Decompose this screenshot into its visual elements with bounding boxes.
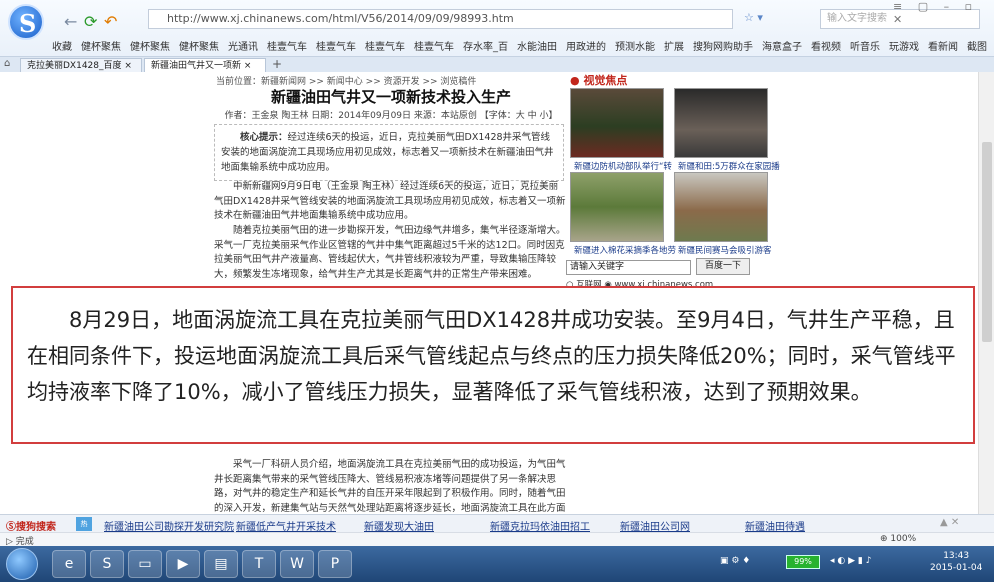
favorite-item[interactable]: 截图 xyxy=(967,42,987,53)
home-icon[interactable]: ⌂ xyxy=(4,58,10,69)
assist-link[interactable]: 新疆发现大油田 xyxy=(364,518,434,533)
favorite-item[interactable]: 健杯聚焦 xyxy=(81,42,121,53)
favorite-item[interactable]: 健杯聚焦 xyxy=(179,42,219,53)
favorite-item[interactable]: 收藏 xyxy=(52,42,72,53)
media-player-icon[interactable]: ▶ xyxy=(166,550,200,578)
photo-caption[interactable]: 新疆和田:5万群众在家园播 xyxy=(678,160,780,172)
favorite-item[interactable]: 听音乐 xyxy=(850,42,880,53)
baidu-search-button[interactable]: 百度一下 xyxy=(696,258,750,275)
photo-caption[interactable]: 新疆进入棉花采摘季各地劳 xyxy=(574,244,676,256)
favorite-item[interactable]: 扩展 xyxy=(664,42,684,53)
visual-focus-panel: ● 视觉焦点 新疆边防机动部队举行“转 新疆和田:5万群众在家园播 新疆进入棉花… xyxy=(566,72,780,282)
assist-link[interactable]: 新疆油田待遇 xyxy=(745,518,805,533)
browser-chrome: S ← ⟳ ↶ http://www.xj.chinanews.com/html… xyxy=(0,0,994,73)
sogou-browser-icon[interactable]: S xyxy=(90,550,124,578)
assist-link[interactable]: 新疆油田公司勘探开发研究院 xyxy=(104,518,234,533)
favorite-item[interactable]: 海意盒子 xyxy=(762,42,802,53)
assist-link[interactable]: 新疆克拉玛依油田招工 xyxy=(490,518,590,533)
article-title: 新疆油田气井又一项新技术投入生产 xyxy=(270,88,511,106)
favorite-item[interactable]: 桂壹气车 xyxy=(267,42,307,53)
favorite-item[interactable]: 健杯聚焦 xyxy=(130,42,170,53)
status-bar: ▷ 完成 ⊕ 100% xyxy=(0,532,994,547)
favorite-item[interactable]: 存水率_百 xyxy=(463,42,508,53)
favorite-item[interactable]: 桂壹气车 xyxy=(365,42,405,53)
favorite-item[interactable]: 看视频 xyxy=(811,42,841,53)
favorite-item[interactable]: 玩游戏 xyxy=(889,42,919,53)
article-summary: 核心提示：经过连续6天的投运，近日，克拉美丽气田DX1428井采气管线安装的地面… xyxy=(214,124,564,181)
photo-caption[interactable]: 新疆民间赛马会吸引游客 xyxy=(678,244,772,256)
monitor-icon[interactable]: ▭ xyxy=(128,550,162,578)
powerpoint-icon[interactable]: P xyxy=(318,550,352,578)
assist-link[interactable]: 新疆低产气井开采技术 xyxy=(236,518,336,533)
article-paragraph: 中新新疆网9月9日电（王金泉 陶王林）经过连续6天的投运，近日，克拉美丽气田DX… xyxy=(214,181,566,221)
clock[interactable]: 13:43 2015-01-04 xyxy=(930,550,982,574)
tab-bar: ⌂ 克拉美丽DX1428_百度 × 新疆油田气井又一项新 × + xyxy=(0,56,994,73)
tray-icons[interactable]: ▣ ⚙ ♦ xyxy=(720,556,750,566)
favorites-bar: 收藏 健杯聚焦 健杯聚焦 健杯聚焦 光通讯 桂壹气车 桂壹气车 桂壹气车 桂壹气车 存水率_百 水能… xyxy=(52,38,992,56)
undo-icon[interactable]: ↶ xyxy=(104,12,117,31)
favorite-item[interactable]: 桂壹气车 xyxy=(414,42,454,53)
refresh-icon[interactable]: ⟳ xyxy=(84,12,97,31)
tab-baidu[interactable]: 克拉美丽DX1428_百度 × xyxy=(20,58,142,73)
scroll-thumb[interactable] xyxy=(982,142,992,342)
article-meta: 作者：王金泉 陶王林 日期：2014年09月09日 来源：本站原创 【字体：大 … xyxy=(224,111,558,121)
app-icon[interactable]: T xyxy=(242,550,276,578)
favorite-item[interactable]: 水能油田 xyxy=(517,42,557,53)
photo-military[interactable] xyxy=(570,88,664,158)
photo-caption[interactable]: 新疆边防机动部队举行“转 xyxy=(574,160,672,172)
vertical-scrollbar[interactable] xyxy=(978,72,994,514)
hot-icon: 热 xyxy=(76,517,92,531)
battery-indicator[interactable]: 99% xyxy=(786,555,820,569)
photo-cotton[interactable] xyxy=(570,172,664,242)
tray-icons[interactable]: ◂ ◐ ▶ ▮ ♪ xyxy=(830,556,871,566)
photo-hotan[interactable] xyxy=(674,88,768,158)
zoomed-excerpt: 8月29日，地面涡旋流工具在克拉美丽气田DX1428井成功安装。至9月4日，气井… xyxy=(11,286,975,444)
system-tray: ▣ ⚙ ♦ 99% ◂ ◐ ▶ ▮ ♪ 13:43 2015-01-04 xyxy=(720,550,990,576)
favorite-item[interactable]: 看新闻 xyxy=(928,42,958,53)
word-icon[interactable]: W xyxy=(280,550,314,578)
address-bar[interactable]: http://www.xj.chinanews.com/html/V56/201… xyxy=(148,9,733,29)
favorite-item[interactable]: 光通讯 xyxy=(228,42,258,53)
folder-icon[interactable]: ▤ xyxy=(204,550,238,578)
site-search-input[interactable]: 请输入关键字 xyxy=(566,260,691,275)
photo-horse-race[interactable] xyxy=(674,172,768,242)
search-assist-bar: Ⓢ搜狗搜索 热 新疆油田公司勘探开发研究院 新疆低产气井开采技术 新疆发现大油田… xyxy=(0,514,994,533)
back-icon[interactable]: ← xyxy=(64,12,77,31)
favorite-item[interactable]: 预测水能 xyxy=(615,42,655,53)
visual-focus-title: ● 视觉焦点 xyxy=(570,74,628,87)
start-button[interactable] xyxy=(6,548,38,580)
article-paragraph: 随着克拉美丽气田的进一步勘探开发，气田边缘气井增多，集气半径逐渐增大。采气一厂克… xyxy=(214,225,566,280)
sogou-search-label[interactable]: Ⓢ搜狗搜索 xyxy=(6,518,56,533)
tab-article[interactable]: 新疆油田气井又一项新 × xyxy=(144,58,266,73)
assist-link[interactable]: 新疆油田公司网 xyxy=(620,518,690,533)
browser-logo[interactable]: S xyxy=(8,4,44,40)
new-tab-icon[interactable]: + xyxy=(272,57,282,71)
favorite-item[interactable]: 用政进的 xyxy=(566,42,606,53)
taskbar: e S ▭ ▶ ▤ T W P ▣ ⚙ ♦ 99% ◂ ◐ ▶ ▮ ♪ 13:4… xyxy=(0,546,994,582)
favorite-item[interactable]: 搜狗网购助手 xyxy=(693,42,753,53)
zoom-level[interactable]: ⊕ 100% xyxy=(880,534,916,544)
bookmark-icon[interactable]: ☆ ▾ xyxy=(744,11,763,24)
window-controls[interactable]: ≡ ▢ – ▫ ✕ xyxy=(893,0,994,26)
close-assist-icon[interactable]: ▲ ✕ xyxy=(940,517,959,528)
favorite-item[interactable]: 桂壹气车 xyxy=(316,42,356,53)
ie-icon[interactable]: e xyxy=(52,550,86,578)
